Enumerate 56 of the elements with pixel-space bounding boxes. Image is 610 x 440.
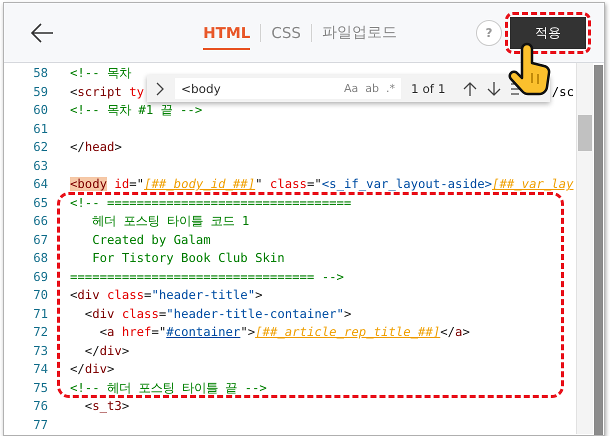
up-arrow-icon[interactable] — [463, 80, 478, 96]
scrollbar[interactable] — [576, 63, 593, 434]
code-line: </div> — [84, 344, 130, 358]
line-number: 69 — [32, 270, 48, 284]
line-number: 68 — [32, 251, 48, 266]
code-line: <s_t3> — [84, 399, 130, 414]
apply-button[interactable]: 적용 — [510, 16, 586, 48]
chevron-right-icon[interactable] — [155, 82, 165, 96]
code-line: <body id="[##_body_id_##]" class="<s_if_var_layout-aside>[##_var_lay — [70, 177, 574, 192]
code-line: <!-- 목차 — [70, 66, 132, 80]
line-number: 59 — [32, 84, 48, 99]
line-number: 77 — [32, 418, 48, 432]
line-number: 70 — [32, 288, 48, 302]
scrollbar[interactable] — [594, 65, 603, 435]
down-arrow-icon[interactable] — [487, 80, 502, 96]
code-line: <a href="#container">[##_article_rep_title_##]</a> — [98, 325, 470, 340]
line-number: 73 — [32, 344, 48, 358]
line-number: 61 — [32, 122, 48, 136]
code-line: <div class="header-title-container"> — [84, 306, 352, 321]
code-line: 헤더 포스팅 타이틀 코드 1 — [91, 214, 250, 228]
code-line: Created by Galam — [91, 232, 211, 247]
back-arrow-icon[interactable] — [30, 22, 54, 42]
scrollbar-thumb[interactable] — [578, 115, 592, 151]
search-field[interactable]: <body Aa ab .* — [175, 78, 401, 99]
line-number: 71 — [32, 306, 48, 321]
line-number: 75 — [32, 380, 48, 395]
option-toggle[interactable]: Aa — [344, 82, 358, 95]
line-number: 74 — [32, 362, 48, 376]
option-toggle[interactable]: .* — [386, 82, 395, 95]
line-number: 66 — [32, 214, 48, 228]
code-line: ================================= --> — [70, 270, 344, 284]
line-number: 58 — [32, 66, 48, 80]
code-line: For Tistory Book Club Skin — [91, 251, 285, 266]
hand-pointer-icon — [507, 41, 553, 97]
editor-tab[interactable]: HTML — [203, 16, 250, 50]
line-number: 64 — [32, 177, 48, 192]
code-line: <!-- ================================= — [70, 196, 352, 210]
match-count: 1 of 1 — [411, 82, 446, 96]
line-number: 67 — [32, 232, 48, 247]
line-number: 76 — [32, 399, 48, 414]
help-button[interactable]: ? — [476, 20, 502, 46]
editor-tab[interactable]: CSS — [271, 16, 301, 50]
code-line: <!-- 목차 #1 끝 --> — [70, 103, 202, 118]
option-toggle[interactable]: ab — [365, 82, 379, 95]
line-number: 62 — [32, 140, 48, 154]
line-number: 60 — [32, 103, 48, 118]
line-number: 63 — [32, 158, 48, 173]
code-line: <script ty — [70, 84, 144, 99]
code-line: <div class="header-title"> — [70, 288, 263, 302]
code-line: </head> — [70, 140, 122, 154]
line-number: 72 — [32, 325, 48, 340]
code-line: /sc — [552, 84, 574, 99]
editor-tab[interactable]: 파일업로드 — [322, 15, 397, 50]
code-line: <!-- 헤더 포스팅 타이틀 끝 --> — [70, 380, 267, 395]
line-number: 65 — [32, 196, 48, 210]
code-line: </div> — [70, 362, 114, 376]
